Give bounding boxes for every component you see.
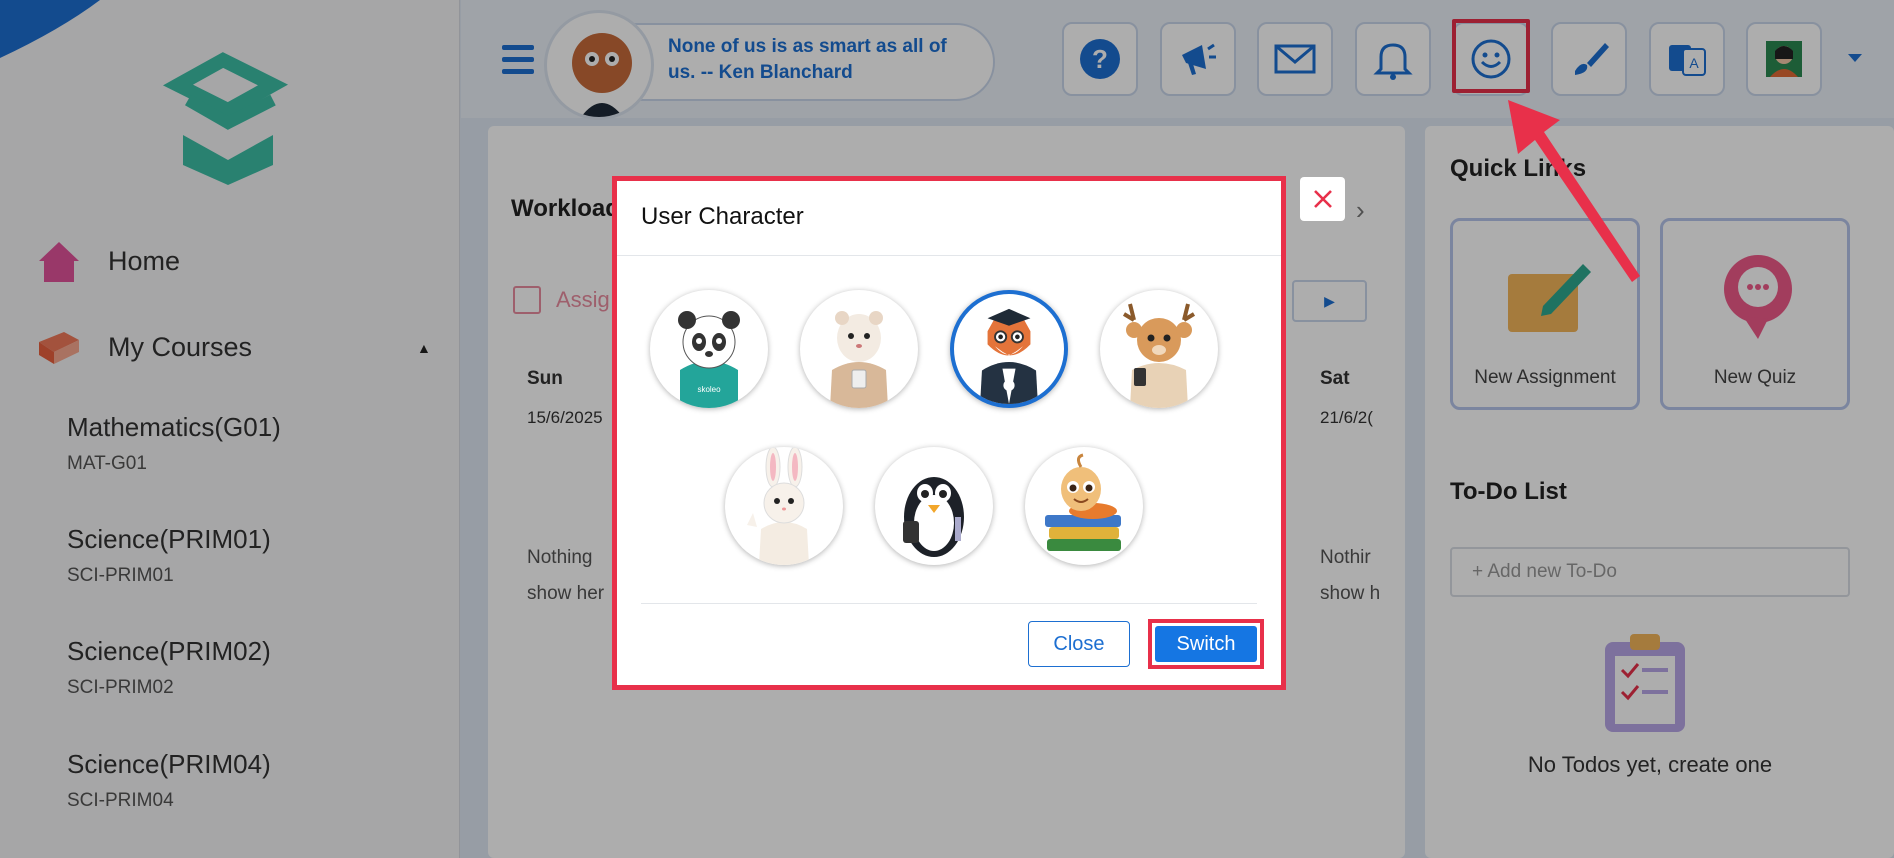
character-bunny[interactable] [725, 447, 843, 565]
svg-text:skoleo: skoleo [697, 385, 721, 394]
character-panda[interactable]: skoleo [650, 290, 768, 408]
close-button[interactable]: Close [1028, 621, 1130, 667]
character-ferret[interactable] [800, 290, 918, 408]
character-penguin[interactable] [875, 447, 993, 565]
bunny-icon [747, 447, 809, 565]
fox-icon [980, 308, 1038, 404]
character-deer[interactable] [1100, 290, 1218, 408]
deer-icon [1122, 303, 1196, 408]
modal-title: User Character [641, 203, 804, 230]
close-icon [1313, 190, 1332, 208]
ferret-icon [830, 311, 888, 408]
switch-highlight-frame: Switch [1148, 619, 1264, 669]
character-fox[interactable] [950, 290, 1068, 408]
user-character-modal: User Character skoleo Close Switch [612, 176, 1286, 690]
modal-close-x-button[interactable] [1300, 177, 1345, 221]
switch-button[interactable]: Switch [1155, 626, 1257, 662]
character-worm[interactable] [1025, 447, 1143, 565]
penguin-icon [903, 477, 964, 557]
panda-icon: skoleo [678, 311, 740, 408]
divider [617, 255, 1281, 256]
worm-icon [1045, 453, 1121, 551]
divider [641, 603, 1257, 604]
